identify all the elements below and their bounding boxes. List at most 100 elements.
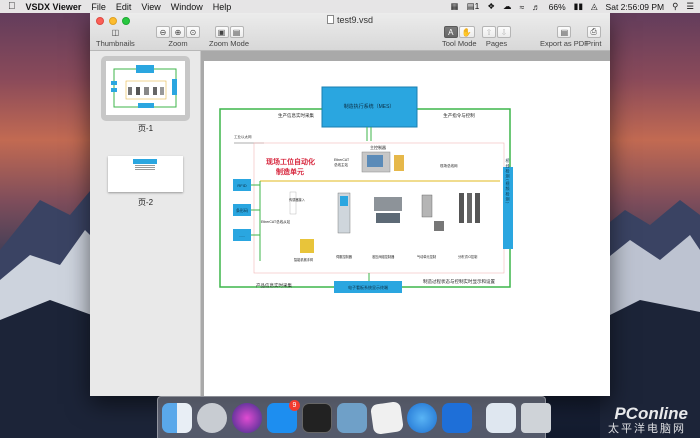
rfid-label: RFID <box>237 183 246 188</box>
fit-page-icon[interactable]: ▣ <box>214 26 229 38</box>
hand-tool-icon[interactable]: ✋ <box>458 26 475 38</box>
zoom-out-icon[interactable]: ⊖ <box>156 26 170 38</box>
fit-width-icon[interactable]: ▤ <box>229 26 244 38</box>
search-icon[interactable]: ⚲ <box>672 1 678 12</box>
hydraulic-component: 液压阀组控制器 <box>372 197 402 259</box>
zoom-fit-icon[interactable]: ⊙ <box>186 26 200 38</box>
launchpad-icon[interactable] <box>197 402 227 433</box>
menu-bar:  VSDX Viewer File Edit View Window Help… <box>0 0 700 13</box>
controller-screen <box>367 155 383 167</box>
menu-file[interactable]: File <box>91 2 106 12</box>
pneumatic-component: 气动单元控制 <box>417 194 444 259</box>
next-page-icon[interactable]: ⇩ <box>497 26 511 38</box>
document-page: 制造执行系统（MES） 生产信息实时采集 生产指令与控制 工业以太网 现场工位自… <box>204 61 610 396</box>
battery-icon[interactable]: ▮▮ <box>574 1 583 12</box>
svg-text:传感器接入: 传感器接入 <box>289 197 306 202</box>
watermark-sub: 太平洋电脑网 <box>608 423 686 435</box>
other-label: ...... <box>239 233 246 238</box>
text-select-icon[interactable]: A <box>443 26 458 38</box>
ethercat-label-2: 总线主站 <box>334 162 348 167</box>
tool-mode-group: A ✋ Tool Mode <box>442 26 477 48</box>
document-title: test9.vsd <box>90 15 610 25</box>
input-source-icon[interactable]: ◬ <box>591 1 598 12</box>
menu-list-icon[interactable]: ☰ <box>686 1 694 12</box>
top-left-caption: 生产信息实时采集 <box>278 112 314 119</box>
thumbnail-sidebar: 页-1 页-2 <box>90 51 201 396</box>
top-right-caption: 生产指令与控制 <box>443 112 475 119</box>
dropbox-icon[interactable]: ❖ <box>487 1 495 12</box>
svg-text:气动单元控制: 气动单元控制 <box>417 254 436 259</box>
previous-page-icon[interactable]: ⇧ <box>482 26 496 38</box>
diagram-title-2: 制造单元 <box>276 167 304 176</box>
svg-text:分布式IO控制: 分布式IO控制 <box>458 254 477 259</box>
barcode-label: 条形码 <box>236 207 248 213</box>
status-app-icon[interactable]: ▦ <box>451 1 459 12</box>
thumbnail-1-label: 页-1 <box>137 124 154 133</box>
downloads-icon[interactable] <box>486 402 516 433</box>
ethernet-label: 工业以太网 <box>234 134 252 139</box>
preview-icon[interactable] <box>337 402 367 433</box>
zoom-in-icon[interactable]: ⊕ <box>171 26 185 38</box>
notification-icon[interactable]: ▤1 <box>467 1 480 12</box>
wifi-icon[interactable]: ≈ <box>519 2 524 12</box>
visio-diagram: 制造执行系统（MES） 生产信息实时采集 生产指令与控制 工业以太网 现场工位自… <box>219 86 513 293</box>
page-thumbnail-2[interactable] <box>108 156 183 192</box>
sensor-component: 传感器接入 <box>289 191 306 215</box>
viewer-window: test9.vsd ◫ Thumbnails ⊖ ⊕ ⊙ Zoom ▣ ▤ Zo… <box>90 13 610 396</box>
svg-text:液压阀组控制器: 液压阀组控制器 <box>372 254 395 259</box>
ethercat-slave-label: EtherCAT总线从站 <box>261 219 291 224</box>
pages-group: ⇧ ⇩ Pages <box>482 26 511 48</box>
document-canvas[interactable]: 制造执行系统（MES） 生产信息实时采集 生产指令与控制 工业以太网 现场工位自… <box>201 51 610 396</box>
terminal-icon[interactable] <box>302 402 332 433</box>
thumbnails-group: ◫ Thumbnails <box>96 26 135 49</box>
bottom-right-caption: 制造过程状态与控制实时显示和设置 <box>423 278 495 285</box>
bottom-left-caption: 产品信息实时采集 <box>256 282 292 289</box>
print-group: ⎙ Print <box>586 26 601 48</box>
battery-percent: 66% <box>548 1 566 12</box>
controller-module <box>394 155 404 171</box>
volume-icon[interactable]: ♬ <box>532 2 541 12</box>
finder-icon[interactable] <box>162 402 192 433</box>
app-store-icon[interactable]: 9 <box>267 399 300 433</box>
export-pdf-label: Export as PDF <box>540 39 589 48</box>
zoom-group: ⊖ ⊕ ⊙ Zoom <box>156 26 200 48</box>
print-label: Print <box>586 39 602 48</box>
export-group: ▤ Export as PDF <box>540 26 589 48</box>
menu-window[interactable]: Window <box>171 2 203 12</box>
clock[interactable]: Sat 2:56:09 PM <box>606 2 665 12</box>
notification-count: 1 <box>474 1 480 11</box>
zoom-label: Zoom <box>168 39 188 48</box>
tool-mode-label: Tool Mode <box>442 39 477 48</box>
print-icon[interactable]: ⎙ <box>586 26 601 38</box>
document-icon <box>326 15 334 24</box>
textedit-icon[interactable] <box>370 400 404 435</box>
vsdx-viewer-icon[interactable] <box>442 402 472 433</box>
app-menu[interactable]: VSDX Viewer <box>26 2 82 12</box>
zoom-mode-label: Zoom Mode <box>209 39 250 48</box>
sidebar-icon[interactable]: ◫ <box>108 26 122 38</box>
page-thumbnail-1[interactable] <box>106 61 185 115</box>
servo-component: 伺服控制器 <box>336 192 353 259</box>
thumbnail-2-label: 页-2 <box>137 198 154 207</box>
video-detect-label: 桥 线 检 测 ( 视 频 检 测 ) <box>506 157 511 204</box>
cloud-icon[interactable]: ☁ <box>503 1 512 12</box>
menu-edit[interactable]: Edit <box>116 2 132 12</box>
trash-icon[interactable] <box>521 402 551 433</box>
export-pdf-icon[interactable]: ▤ <box>557 26 572 38</box>
safari-icon[interactable] <box>407 402 437 433</box>
thumbnail-1-preview <box>111 65 177 108</box>
pages-label: Pages <box>485 39 508 48</box>
svg-text:伺服控制器: 伺服控制器 <box>336 254 353 259</box>
thumbnail-2-preview <box>133 159 157 170</box>
menu-help[interactable]: Help <box>213 2 232 12</box>
menu-view[interactable]: View <box>141 2 160 12</box>
mes-box-label: 制造执行系统（MES） <box>344 103 395 110</box>
diagram-frame <box>219 108 511 288</box>
ethercat-label-1: EtherCAT <box>334 158 350 162</box>
field-bus-label: 现场总线网 <box>440 163 458 168</box>
siri-icon[interactable] <box>232 402 262 433</box>
dock: 9 <box>157 396 551 438</box>
title-bar: test9.vsd ◫ Thumbnails ⊖ ⊕ ⊙ Zoom ▣ ▤ Zo… <box>90 13 610 51</box>
robot-arm-component: 智能机械手臂 <box>294 239 314 262</box>
apple-menu-icon[interactable]:  <box>8 1 16 12</box>
